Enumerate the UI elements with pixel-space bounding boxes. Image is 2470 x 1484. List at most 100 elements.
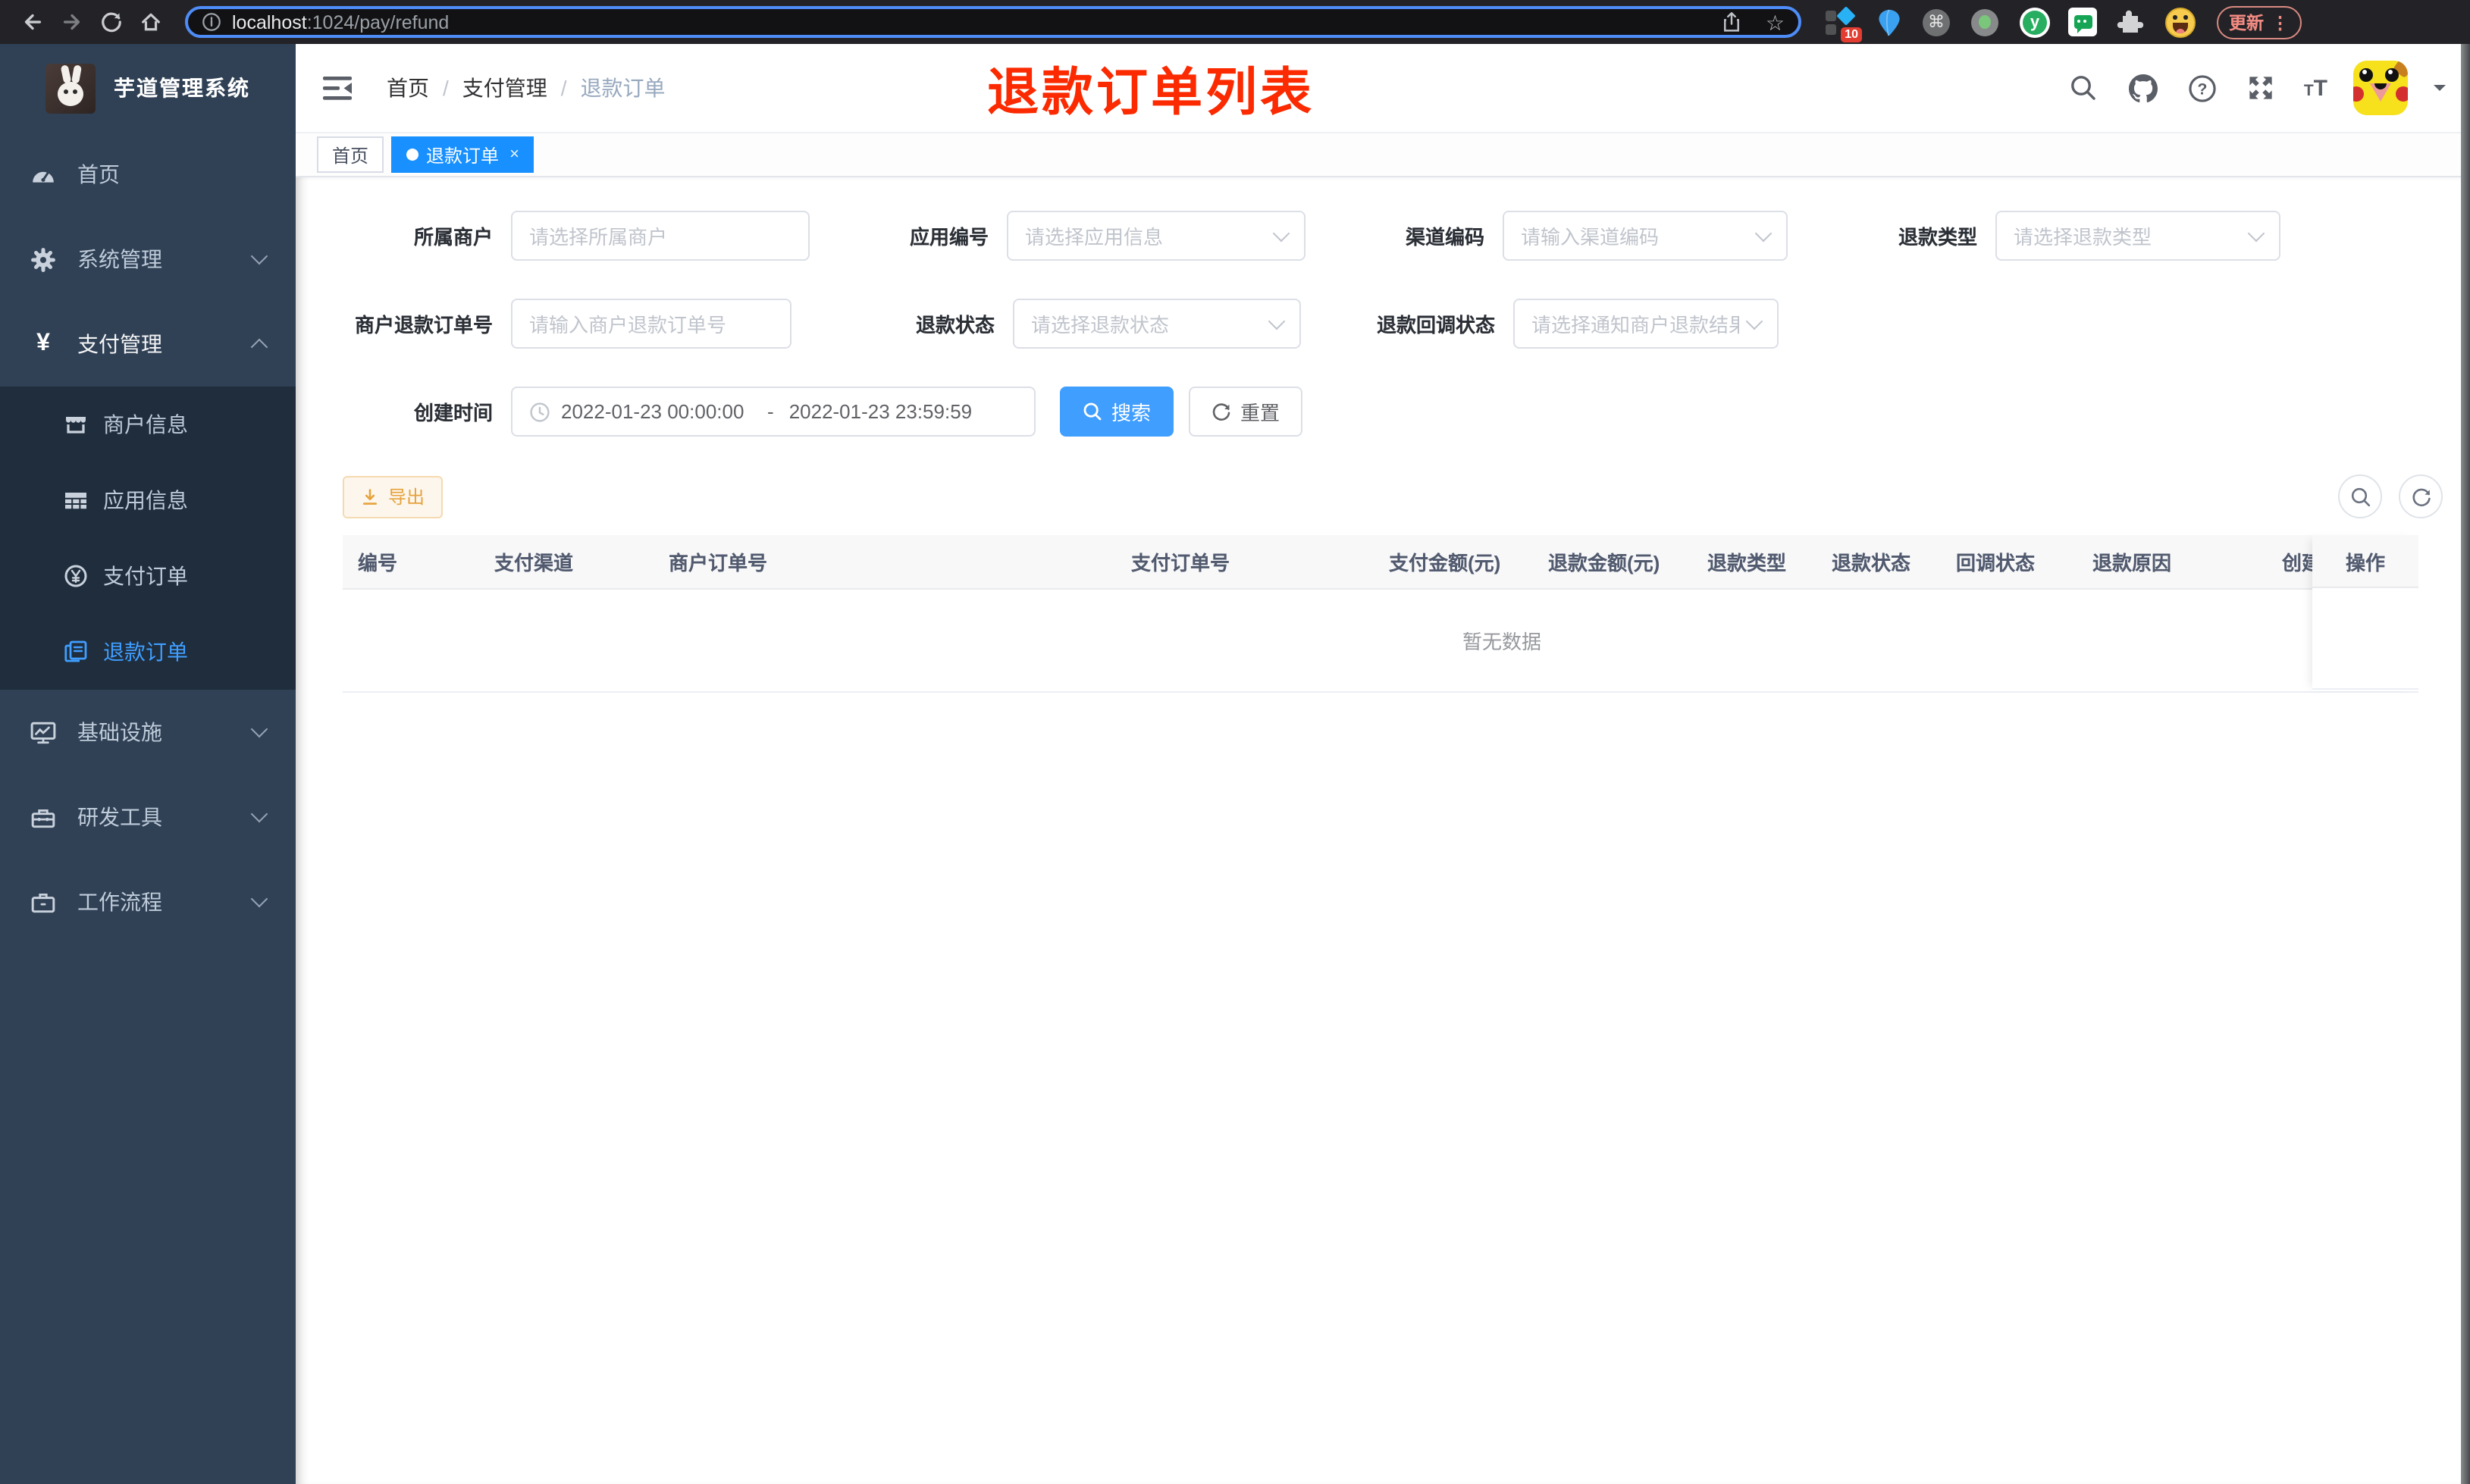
channel-label: 渠道编码 xyxy=(1405,226,1484,249)
sidebar-item-infra[interactable]: 基础设施 xyxy=(0,690,296,775)
page-title: 退款订单列表 xyxy=(987,64,1315,122)
extension-balloon-icon[interactable] xyxy=(1874,7,1904,37)
empty-text: 暂无数据 xyxy=(1462,631,1541,653)
refresh-table-button[interactable] xyxy=(2399,474,2443,518)
breadcrumb-home[interactable]: 首页 xyxy=(387,73,429,103)
sidebar-item-home[interactable]: 首页 xyxy=(0,132,296,217)
briefcase-icon xyxy=(30,889,56,915)
help-icon[interactable]: ? xyxy=(2186,71,2219,105)
chevron-down-icon xyxy=(250,247,268,265)
export-button[interactable]: 导出 xyxy=(343,475,444,518)
avatar[interactable] xyxy=(2353,61,2408,115)
show-search-button[interactable] xyxy=(2338,474,2382,518)
tag-close-icon[interactable]: × xyxy=(509,146,519,164)
sidebar-item-label: 支付订单 xyxy=(103,564,188,588)
refund-type-label: 退款类型 xyxy=(1898,226,1977,249)
col-refund-status: 退款状态 xyxy=(1832,552,1911,575)
sidebar-item-merchant-info[interactable]: 商户信息 xyxy=(0,387,296,462)
app-logo[interactable]: 芋道管理系统 xyxy=(0,44,296,132)
sidebar-item-devtools[interactable]: 研发工具 xyxy=(0,775,296,859)
gear-icon xyxy=(30,246,56,272)
chevron-up-icon xyxy=(250,338,268,356)
col-refund-reason: 退款原因 xyxy=(2092,552,2172,575)
breadcrumb-pay[interactable]: 支付管理 xyxy=(462,73,547,103)
document-copy-icon xyxy=(64,640,88,664)
sidebar-item-refund-order[interactable]: 退款订单 xyxy=(0,614,296,690)
col-pay-order-no: 支付订单号 xyxy=(1131,552,1230,575)
browser-toolbar: localhost:1024/pay/refund ☆ 10 ⌘ y 更新 ⋮ xyxy=(0,0,2470,44)
refund-type-select[interactable]: 请选择退款类型 xyxy=(1995,211,2280,261)
channel-select[interactable]: 请输入渠道编码 xyxy=(1503,211,1788,261)
chevron-down-icon xyxy=(2247,224,2265,242)
sidebar-item-label: 商户信息 xyxy=(103,412,188,437)
active-dot xyxy=(406,149,419,161)
sidebar-item-label: 支付管理 xyxy=(77,332,162,356)
fullscreen-icon[interactable] xyxy=(2245,71,2278,105)
merchant-refund-no-input[interactable]: 请输入商户退款订单号 xyxy=(511,299,791,349)
sidebar-item-label: 研发工具 xyxy=(77,805,162,829)
extension-badge: 10 xyxy=(1841,27,1862,42)
sidebar-item-label: 首页 xyxy=(77,162,120,186)
window-scrollbar[interactable] xyxy=(2461,44,2470,1484)
browser-menu-icon[interactable]: ⋮ xyxy=(2271,11,2289,33)
col-refund-type: 退款类型 xyxy=(1707,552,1787,575)
table-grid-icon xyxy=(64,488,88,512)
sidebar-item-label: 工作流程 xyxy=(77,890,162,914)
sidebar-item-pay-order[interactable]: 支付订单 xyxy=(0,538,296,614)
download-icon xyxy=(361,487,379,506)
yen-icon: ¥ xyxy=(36,330,50,356)
sidebar-item-pay[interactable]: ¥ 支付管理 xyxy=(0,302,296,387)
extension-chat-icon[interactable] xyxy=(2068,7,2099,37)
github-icon[interactable] xyxy=(2127,71,2160,105)
url-bar[interactable]: localhost:1024/pay/refund ☆ xyxy=(185,6,1801,38)
font-size-icon[interactable]: TT xyxy=(2304,75,2327,101)
avatar-caret-icon[interactable] xyxy=(2434,85,2446,97)
app-logo-image xyxy=(45,63,96,113)
extension-oval-icon[interactable] xyxy=(1971,7,2001,37)
tag-home[interactable]: 首页 xyxy=(317,136,384,173)
dashboard-icon xyxy=(30,161,56,187)
sidebar-item-workflow[interactable]: 工作流程 xyxy=(0,859,296,944)
header-search-icon[interactable] xyxy=(2067,71,2101,105)
start-date-value[interactable]: 2022-01-23 00:00:00 xyxy=(561,400,752,423)
breadcrumb: 首页 / 支付管理 / 退款订单 xyxy=(387,73,666,103)
extension-emoji-icon[interactable] xyxy=(2165,7,2196,37)
table-header-row: 编号 支付渠道 商户订单号 支付订单号 支付金额(元) 退款金额(元) 退款类型… xyxy=(343,535,2418,590)
tag-refund-order[interactable]: 退款订单 × xyxy=(391,136,534,173)
merchant-refund-no-label: 商户退款订单号 xyxy=(354,314,493,337)
browser-forward-icon[interactable] xyxy=(52,5,91,39)
extension-command-icon[interactable]: ⌘ xyxy=(1923,7,1953,37)
tags-view: 首页 退款订单 × xyxy=(296,133,2470,177)
site-info-icon[interactable] xyxy=(202,12,221,32)
browser-back-icon[interactable] xyxy=(12,5,52,39)
sidebar-item-system[interactable]: 系统管理 xyxy=(0,217,296,302)
share-icon[interactable] xyxy=(1722,11,1743,33)
col-id: 编号 xyxy=(358,552,398,575)
col-pay-channel: 支付渠道 xyxy=(494,552,574,575)
extension-y-icon[interactable]: y xyxy=(2020,7,2050,37)
refund-status-label: 退款状态 xyxy=(915,314,995,337)
extension-diamond-icon[interactable]: 10 xyxy=(1826,5,1862,42)
toolbox-icon xyxy=(30,804,56,830)
url-host: localhost xyxy=(232,11,307,33)
sidebar-collapse-icon[interactable] xyxy=(323,75,353,101)
notify-status-select[interactable]: 请选择通知商户退款结果 xyxy=(1513,299,1779,349)
col-merchant-order-no: 商户订单号 xyxy=(669,552,768,575)
extension-puzzle-icon[interactable] xyxy=(2117,7,2147,37)
refund-status-select[interactable]: 请选择退款状态 xyxy=(1013,299,1301,349)
reset-button[interactable]: 重置 xyxy=(1189,387,1303,437)
app-select[interactable]: 请选择应用信息 xyxy=(1007,211,1306,261)
filter-row-3: 创建时间 2022-01-23 00:00:00 - 2022-01-23 23… xyxy=(344,387,2470,437)
browser-home-icon[interactable] xyxy=(130,5,170,39)
bookmark-star-icon[interactable]: ☆ xyxy=(1766,11,1785,33)
create-time-range-picker[interactable]: 2022-01-23 00:00:00 - 2022-01-23 23:59:5… xyxy=(511,387,1036,437)
sidebar-item-app-info[interactable]: 应用信息 xyxy=(0,462,296,538)
search-button[interactable]: 搜索 xyxy=(1060,387,1174,437)
sidebar-item-label: 应用信息 xyxy=(103,488,188,512)
merchant-input[interactable]: 请选择所属商户 xyxy=(511,211,810,261)
browser-update-button[interactable]: 更新 ⋮ xyxy=(2217,5,2301,39)
browser-reload-icon[interactable] xyxy=(91,5,130,39)
table-toolbar: 导出 xyxy=(343,474,2443,518)
col-callback-status: 回调状态 xyxy=(1956,552,2036,575)
end-date-value[interactable]: 2022-01-23 23:59:59 xyxy=(789,400,980,423)
